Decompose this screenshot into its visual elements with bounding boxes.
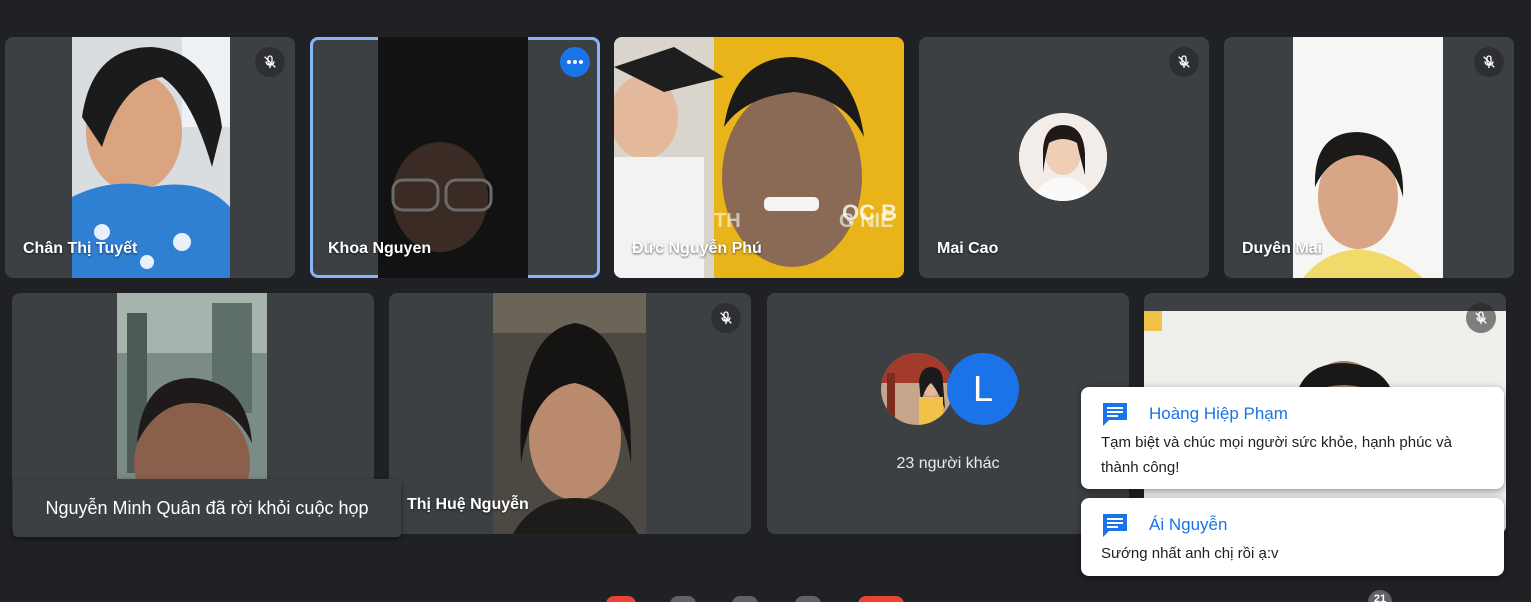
- toolbar-button-edge[interactable]: [670, 596, 696, 602]
- chat-sender: Ái Nguyễn: [1149, 515, 1228, 534]
- mic-off-icon: [1474, 47, 1504, 77]
- toast-text: Nguyễn Minh Quân đã rời khỏi cuộc họp: [45, 497, 369, 518]
- chat-notification[interactable]: Hoàng Hiệp Phạm Tạm biệt và chúc mọi ngư…: [1081, 387, 1504, 489]
- chat-message: Sướng nhất anh chị rồi ạ:v: [1101, 545, 1279, 562]
- svg-text:TH: TH: [714, 210, 741, 232]
- more-options-icon[interactable]: [560, 47, 590, 77]
- svg-text:G NIỀ: G NIỀ: [839, 209, 893, 232]
- mic-off-icon: [1466, 303, 1496, 333]
- toolbar-button-edge[interactable]: [732, 596, 758, 602]
- participant-name: Mai Cao: [937, 240, 999, 257]
- participant-tile-duyen-mai[interactable]: Duyên Mai: [1224, 37, 1514, 278]
- chat-icon: [1101, 401, 1129, 432]
- chat-message: Tạm biệt và chúc mọi người sức khỏe, hạn…: [1101, 434, 1452, 476]
- participant-tile-thi-hue-nguyen[interactable]: Thị Huệ Nguyễn: [389, 293, 751, 534]
- mic-off-icon: [255, 47, 285, 77]
- participant-left-toast: Nguyễn Minh Quân đã rời khỏi cuộc họp: [13, 479, 401, 537]
- toolbar-button-edge[interactable]: [606, 596, 636, 602]
- participant-count-badge: 21: [1368, 590, 1392, 602]
- participant-tile-chan-thi-tuyet[interactable]: Chân Thị Tuyết: [5, 37, 295, 278]
- others-count-label: 23 người khác: [896, 455, 1000, 472]
- chat-notification[interactable]: Ái Nguyễn Sướng nhất anh chị rồi ạ:v: [1081, 498, 1504, 576]
- mic-off-icon: [1169, 47, 1199, 77]
- participant-tile-khoa-nguyen[interactable]: Khoa Nguyen: [310, 37, 600, 278]
- meeting-stage: Chân Thị Tuyết Khoa Nguyen ỌC B TH G NIỀ…: [0, 0, 1531, 602]
- participant-name: Khoa Nguyen: [328, 240, 432, 257]
- avatar-letter: L: [972, 368, 994, 409]
- toolbar-button-edge[interactable]: [858, 596, 904, 602]
- toolbar-button-edge[interactable]: [795, 596, 821, 602]
- others-tile[interactable]: L 23 người khác: [767, 293, 1129, 534]
- mic-off-icon: [711, 303, 741, 333]
- participant-name: Thị Huệ Nguyễn: [407, 496, 529, 513]
- avatar: [881, 353, 953, 425]
- participant-name: Đức Nguyễn Phú: [632, 240, 762, 257]
- participant-tile-duc-nguyen-phu[interactable]: ỌC B TH G NIỀ Đức Nguyễn Phú: [614, 37, 904, 278]
- chat-sender: Hoàng Hiệp Phạm: [1149, 404, 1288, 423]
- avatar: [1019, 113, 1107, 201]
- avatar: L: [947, 353, 1019, 425]
- participant-tile-mai-cao[interactable]: Mai Cao: [919, 37, 1209, 278]
- participant-name: Chân Thị Tuyết: [23, 240, 138, 257]
- participant-name: Duyên Mai: [1242, 240, 1323, 257]
- chat-icon: [1101, 512, 1129, 543]
